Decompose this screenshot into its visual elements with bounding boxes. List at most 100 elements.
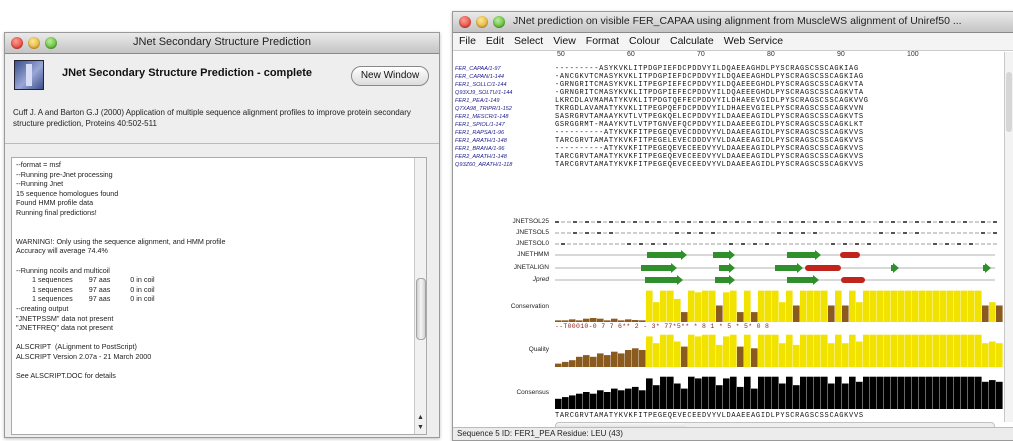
- conservation-bar: [961, 290, 968, 322]
- accessibility-mark: [651, 232, 655, 234]
- sequence-residues[interactable]: LKRCDLAVMAMATYKVKLITPDGTQEFECPDDVYILDHAE…: [555, 97, 869, 105]
- log-output-panel[interactable]: --format = msf --Running pre-Jnet process…: [11, 157, 427, 435]
- accessibility-mark: [603, 243, 607, 245]
- conservation-bar: [870, 290, 877, 322]
- accessibility-mark: [639, 243, 643, 245]
- sequence-id[interactable]: Q93XJ9_SOLTU/1-144: [455, 89, 512, 97]
- sequence-id[interactable]: FER1_SOLLC/1-144: [455, 81, 507, 89]
- sequence-id[interactable]: FER1_BRANA/1-96: [455, 145, 504, 153]
- accessibility-mark: [681, 221, 685, 223]
- left-titlebar[interactable]: JNet Secondary Structure Prediction: [5, 33, 439, 54]
- accessibility-mark: [783, 243, 787, 245]
- accessibility-mark: [741, 221, 745, 223]
- menu-select[interactable]: Select: [514, 33, 543, 50]
- accessibility-mark: [753, 243, 757, 245]
- sequence-residues[interactable]: TKRGDLAVAMATYKVKLITPEGPQEFDCPDDVYILDHAEE…: [555, 105, 864, 113]
- vertical-scroll-thumb[interactable]: [1006, 72, 1012, 132]
- accessibility-mark: [867, 232, 871, 234]
- sequence-id[interactable]: Q93Z60_ARATH/1-118: [455, 161, 512, 169]
- sequence-row[interactable]: FER1_MESCR/1-148 SASRGRVTAMAAYKVTLVTPEGKQ…: [453, 113, 1008, 121]
- sequence-id[interactable]: FER2_ARATH/1-148: [455, 153, 507, 161]
- menu-file[interactable]: File: [459, 33, 476, 50]
- menu-edit[interactable]: Edit: [486, 33, 504, 50]
- sequence-row[interactable]: FER_CAPAN/1-144 -ANCGKVTCMASYKVKLITPDGPIE…: [453, 73, 1008, 81]
- accessibility-mark: [645, 221, 649, 223]
- menu-format[interactable]: Format: [586, 33, 619, 50]
- conservation-bar: [555, 320, 562, 322]
- sequence-row[interactable]: FER1_PEA/1-149 LKRCDLAVMAMATYKVKLITPDGTQE…: [453, 97, 1008, 105]
- sequence-id[interactable]: FER1_ARATH/1-148: [455, 137, 507, 145]
- accessibility-mark: [879, 232, 883, 234]
- sequence-row[interactable]: FER1_RAPSA/1-96 ----------ATYKVKFITPEGEQE…: [453, 129, 1008, 137]
- annotation-label-jnetsol0[interactable]: JNETSOL0: [463, 240, 549, 247]
- scroll-up-arrow-icon[interactable]: ▲: [416, 413, 425, 422]
- consensus-bar: [590, 393, 597, 409]
- accessibility-mark: [711, 232, 715, 234]
- vertical-scrollbar[interactable]: [1004, 52, 1013, 422]
- sequence-residues[interactable]: TARCGRVTAMATYKVKFITPEGEQEVECEEDVYVLDAAEE…: [555, 161, 864, 169]
- status-bar: Sequence 5 ID: FER1_PEA Residue: LEU (43…: [453, 427, 1013, 440]
- accessibility-mark: [687, 243, 691, 245]
- accessibility-mark: [735, 232, 739, 234]
- sequence-id[interactable]: FER1_RAPSA/1-96: [455, 129, 504, 137]
- quality-bar: [555, 363, 562, 367]
- sequence-row[interactable]: FER1_BRANA/1-96 ----------ATYKVKFITPEGEQE…: [453, 145, 1008, 153]
- accessibility-mark: [579, 221, 583, 223]
- sequence-residues[interactable]: -ANCGKVTCMASYKVKLITPDGPIEFDCPDDVYILDQAEE…: [555, 73, 864, 81]
- sequence-residues[interactable]: ----------ATYKVKFITPEGEQEVECDDDVYVLDAAEE…: [555, 129, 864, 137]
- close-button[interactable]: [459, 16, 471, 28]
- sequence-id[interactable]: FER1_PEA/1-149: [455, 97, 499, 105]
- annotation-label-jnetsol5[interactable]: JNETSOL5: [463, 229, 549, 236]
- sequence-row[interactable]: FER1_SPIOL/1-147 GSRGGRMT-MAAYKVTLVTPTGNV…: [453, 121, 1008, 129]
- sequence-residues[interactable]: SASRGRVTAMAAYKVTLVTPEGKQELECPDDVYILDAAEE…: [555, 113, 864, 121]
- conservation-bar: [807, 290, 814, 322]
- consensus-bar: [583, 392, 590, 409]
- annotation-label-quality[interactable]: Quality: [463, 346, 549, 353]
- minimize-button[interactable]: [476, 16, 488, 28]
- conservation-bar: [688, 290, 695, 322]
- scroll-down-arrow-icon[interactable]: ▼: [416, 423, 425, 432]
- new-window-button[interactable]: New Window: [351, 66, 429, 86]
- annotation-label-jnethmm[interactable]: JNETHMM: [463, 251, 549, 258]
- strand-arrow: [729, 263, 735, 273]
- sequence-row[interactable]: Q93XJ9_SOLTU/1-144 -GRNGRITCMASYKVKLITPDG…: [453, 89, 1008, 97]
- accessibility-mark: [921, 232, 925, 234]
- menu-calculate[interactable]: Calculate: [670, 33, 714, 50]
- helix-bar: [805, 265, 841, 271]
- log-vertical-scrollbar[interactable]: ▲ ▼: [414, 158, 426, 434]
- annotation-label-jnetsol25[interactable]: JNETSOL25: [463, 218, 550, 225]
- annotation-label-jpred[interactable]: Jpred: [463, 276, 549, 283]
- sequence-residues[interactable]: ---------ASYKVKLITPDGPIEFDCPDDVYILDQAEEA…: [555, 65, 859, 73]
- consensus-bar: [611, 388, 618, 409]
- annotation-label-conservation[interactable]: Conservation: [463, 303, 549, 310]
- sequence-row[interactable]: FER1_ARATH/1-148 TARCGRVTAMATYKVKFITPEGEL…: [453, 137, 1008, 145]
- sequence-residues[interactable]: TARCGRVTAMATYKVKFITPEGELEVECDDDVYVLDAAEE…: [555, 137, 864, 145]
- sequence-row[interactable]: Q93Z60_ARATH/1-118 TARCGRVTAMATYKVKFITPEG…: [453, 161, 1008, 169]
- sequence-residues[interactable]: TARCGRVTAMATYKVKFITPEGEQEVECEEDVYVLDAAEE…: [555, 153, 864, 161]
- log-scroll-thumb[interactable]: [416, 278, 426, 340]
- consensus-bar: [786, 376, 793, 409]
- zoom-button[interactable]: [493, 16, 505, 28]
- sequence-residues[interactable]: GSRGGRMT-MAAYKVTLVTPTGNVEFQCPDDVYILDAAEE…: [555, 121, 864, 129]
- sequence-residues[interactable]: -GRNGRITCMASYKVKLITPDGPIEFECPDDVYILDQAEE…: [555, 89, 864, 97]
- sequence-residues[interactable]: ----------ATYKVKFITPEGEQEVECEEDVYVLDAAEE…: [555, 145, 864, 153]
- sequence-id[interactable]: FER_CAPAA/1-97: [455, 65, 501, 73]
- menu-colour[interactable]: Colour: [629, 33, 660, 50]
- sequence-residues[interactable]: -GRNGRITCMASYKVKLITPEGPIEFECPDDVYILDQAEE…: [555, 81, 864, 89]
- conservation-bar: [604, 320, 611, 322]
- sequence-id[interactable]: FER_CAPAN/1-144: [455, 73, 504, 81]
- accessibility-mark: [753, 232, 757, 234]
- sequence-row[interactable]: FER1_SOLLC/1-144 -GRNGRITCMASYKVKLITPEGPI…: [453, 81, 1008, 89]
- sequence-row[interactable]: FER2_ARATH/1-148 TARCGRVTAMATYKVKFITPEGEQ…: [453, 153, 1008, 161]
- menu-view[interactable]: View: [553, 33, 576, 50]
- sequence-id[interactable]: FER1_SPIOL/1-147: [455, 121, 505, 129]
- menu-web-service[interactable]: Web Service: [724, 33, 783, 50]
- sequence-row[interactable]: Q7XA98_TRIPR/1-152 TKRGDLAVAMATYKVKLITPEG…: [453, 105, 1008, 113]
- sequence-id[interactable]: Q7XA98_TRIPR/1-152: [455, 105, 512, 113]
- sequence-id[interactable]: FER1_MESCR/1-148: [455, 113, 508, 121]
- annotation-label-jnetalign[interactable]: JNETALIGN: [463, 264, 549, 271]
- sequence-row[interactable]: FER_CAPAA/1-97 ---------ASYKVKLITPDGPIEFD…: [453, 65, 1008, 73]
- right-titlebar[interactable]: JNet prediction on visible FER_CAPAA usi…: [453, 12, 1013, 33]
- annotation-label-consensus[interactable]: Consensus: [463, 389, 549, 396]
- accessibility-mark: [915, 243, 919, 245]
